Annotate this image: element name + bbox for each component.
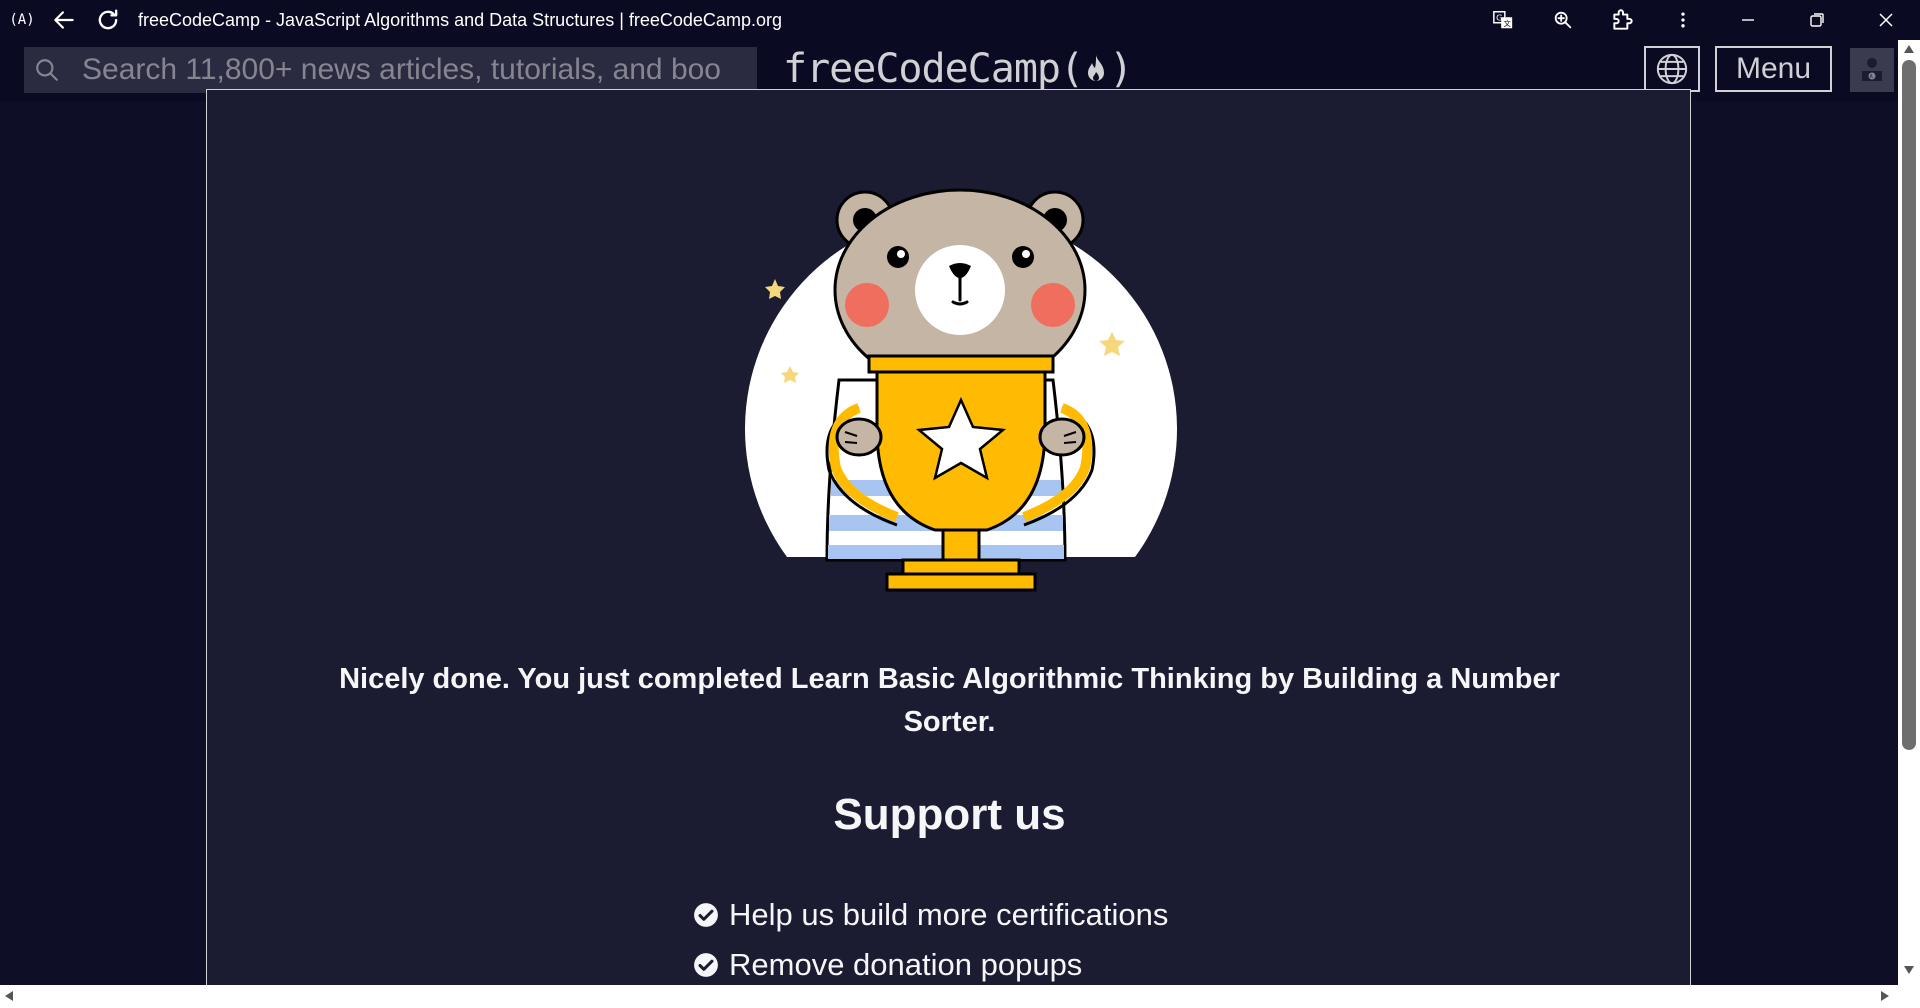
- list-item: Remove donation popups: [693, 940, 1168, 990]
- search-input[interactable]: [70, 53, 757, 87]
- support-heading: Support us: [833, 790, 1066, 839]
- extensions-icon: [1613, 9, 1633, 30]
- freecodecamp-logo[interactable]: freeCodeCamp( ): [783, 44, 1133, 94]
- benefit-text: Help us build more certifications: [729, 897, 1169, 932]
- minimize-button[interactable]: [1713, 0, 1782, 40]
- horizontal-scrollbar[interactable]: [0, 985, 1920, 1008]
- translate-icon: G文: [1493, 11, 1513, 29]
- close-icon: [1878, 13, 1893, 27]
- zoom-button[interactable]: [1533, 0, 1593, 40]
- close-button[interactable]: [1851, 0, 1920, 40]
- bear-trophy-illustration: [745, 188, 1177, 592]
- search-icon: [24, 47, 70, 93]
- svg-text:A: A: [1870, 74, 1873, 80]
- svg-text:文: 文: [1503, 19, 1511, 28]
- extensions-button[interactable]: [1593, 0, 1653, 40]
- avatar[interactable]: A: [1850, 48, 1894, 92]
- list-item: Help us build more certifications: [693, 890, 1168, 940]
- search-bar[interactable]: [24, 47, 757, 93]
- benefits-list: Help us build more certifications Remove…: [693, 890, 1168, 990]
- vertical-scrollbar[interactable]: [1898, 40, 1920, 985]
- completion-message: Nicely done. You just completed Learn Ba…: [339, 663, 1560, 738]
- check-circle-icon: [693, 952, 719, 978]
- restore-icon: [1809, 13, 1824, 27]
- reload-button[interactable]: [86, 0, 130, 40]
- flame-icon: [1083, 52, 1109, 86]
- menu-button[interactable]: Menu: [1715, 46, 1832, 92]
- back-button[interactable]: [42, 0, 86, 40]
- star-icon: [765, 279, 785, 299]
- more-vert-icon: [1681, 12, 1685, 28]
- scroll-left-arrow-icon[interactable]: [4, 990, 14, 1002]
- reload-icon: [98, 9, 118, 30]
- brand-text: freeCodeCamp(: [783, 46, 1084, 92]
- check-circle-icon: [693, 902, 719, 928]
- browser-titlebar: (A) freeCodeCamp - JavaScript Algorithms…: [0, 0, 1920, 40]
- user-avatar-icon: A: [1862, 58, 1882, 81]
- app-logo-icon[interactable]: (A): [2, 0, 42, 40]
- zoom-icon: [1554, 11, 1572, 29]
- page-title: freeCodeCamp - JavaScript Algorithms and…: [138, 9, 782, 30]
- language-button[interactable]: [1644, 46, 1700, 92]
- scroll-down-arrow-icon[interactable]: [1903, 965, 1915, 975]
- more-options-button[interactable]: [1653, 0, 1713, 40]
- restore-button[interactable]: [1782, 0, 1851, 40]
- scroll-up-arrow-icon[interactable]: [1903, 44, 1915, 54]
- translate-button[interactable]: G文: [1473, 0, 1533, 40]
- brand-close-paren: ): [1109, 46, 1133, 92]
- scrollbar-thumb[interactable]: [1902, 60, 1916, 750]
- minimize-icon: [1741, 19, 1754, 21]
- scroll-right-arrow-icon[interactable]: [1880, 990, 1890, 1002]
- back-arrow-icon: [54, 11, 74, 29]
- completion-modal: Nicely done. You just completed Learn Ba…: [206, 89, 1691, 989]
- benefit-text: Remove donation popups: [729, 947, 1083, 982]
- globe-icon: [1656, 53, 1688, 85]
